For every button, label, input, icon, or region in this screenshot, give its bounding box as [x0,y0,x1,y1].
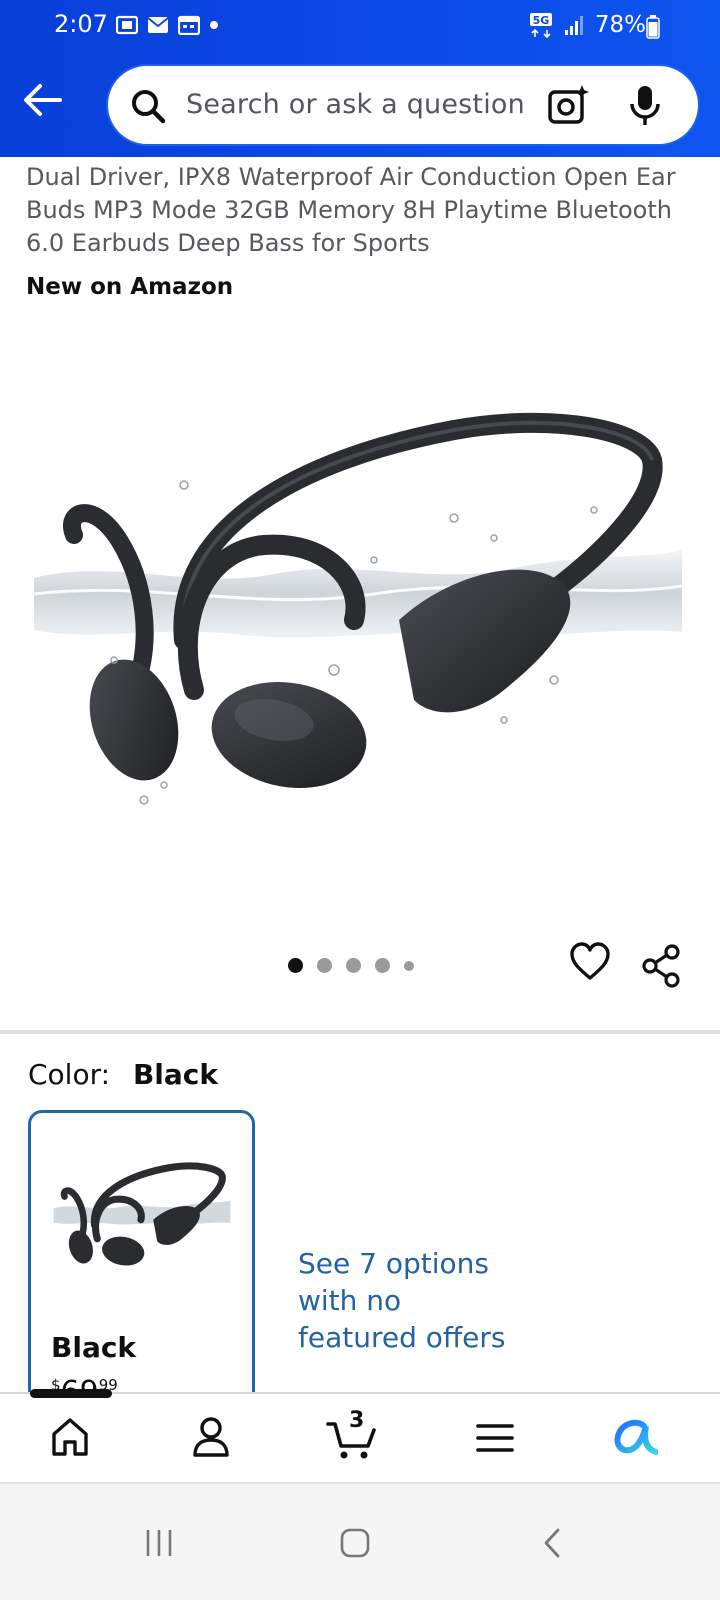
swatch-name: Black [51,1331,137,1364]
color-label: Color: [28,1058,111,1091]
heart-icon[interactable] [570,942,610,982]
back-button[interactable] [542,1528,562,1558]
app-icon [116,15,138,35]
notification-icons [116,15,219,35]
bottom-navigation [0,1392,720,1482]
share-icon[interactable] [642,944,680,988]
home-icon[interactable] [50,1416,90,1458]
rufus-icon[interactable] [614,1418,658,1456]
account-icon[interactable] [192,1416,230,1458]
swatch-thumbnail [53,1162,231,1266]
color-selection-row: Color: Black [28,1058,218,1091]
calendar-icon [178,15,200,35]
product-image[interactable] [34,390,682,830]
status-bar: 2:07 5G 78% [0,0,720,52]
recents-button[interactable] [144,1528,174,1558]
dot-icon [210,21,218,29]
network-label: 5G [533,14,550,27]
battery-icon [646,15,660,39]
carousel-dot-4[interactable] [375,958,390,973]
search-placeholder[interactable]: Search or ask a question [186,89,525,120]
search-bar[interactable]: Search or ask a question [106,64,700,146]
carousel-dot-1[interactable] [288,958,303,973]
search-icon [132,90,166,124]
camera-search-icon[interactable] [546,84,590,128]
menu-icon[interactable] [476,1422,514,1454]
carousel-dot-3[interactable] [346,958,361,973]
carousel-dot-2[interactable] [317,958,332,973]
status-right: 5G 78% [529,12,646,38]
network-5g-icon: 5G [529,13,552,38]
signal-icon [564,16,583,35]
image-carousel-dots[interactable] [288,958,414,973]
mail-icon [147,17,169,33]
color-swatch-black[interactable]: Black $6999 [28,1110,255,1410]
carousel-dot-5[interactable] [404,960,414,971]
app-header: 2:07 5G 78% Search or ask a question [0,0,720,157]
microphone-icon[interactable] [628,84,662,128]
system-navigation-bar [0,1482,720,1600]
scroll-indicator [30,1389,112,1398]
home-button[interactable] [340,1528,370,1558]
see-options-link[interactable]: See 7 options with no featured offers [298,1245,518,1356]
status-time: 2:07 [54,10,108,38]
product-title[interactable]: Dual Driver, IPX8 Waterproof Air Conduct… [26,161,696,260]
cart-count-badge: 3 [349,1408,365,1433]
back-arrow-icon[interactable] [22,82,64,118]
battery-percent: 78% [594,12,646,38]
new-on-amazon-badge: New on Amazon [26,274,234,300]
section-divider [0,1030,720,1034]
color-value: Black [132,1058,219,1091]
